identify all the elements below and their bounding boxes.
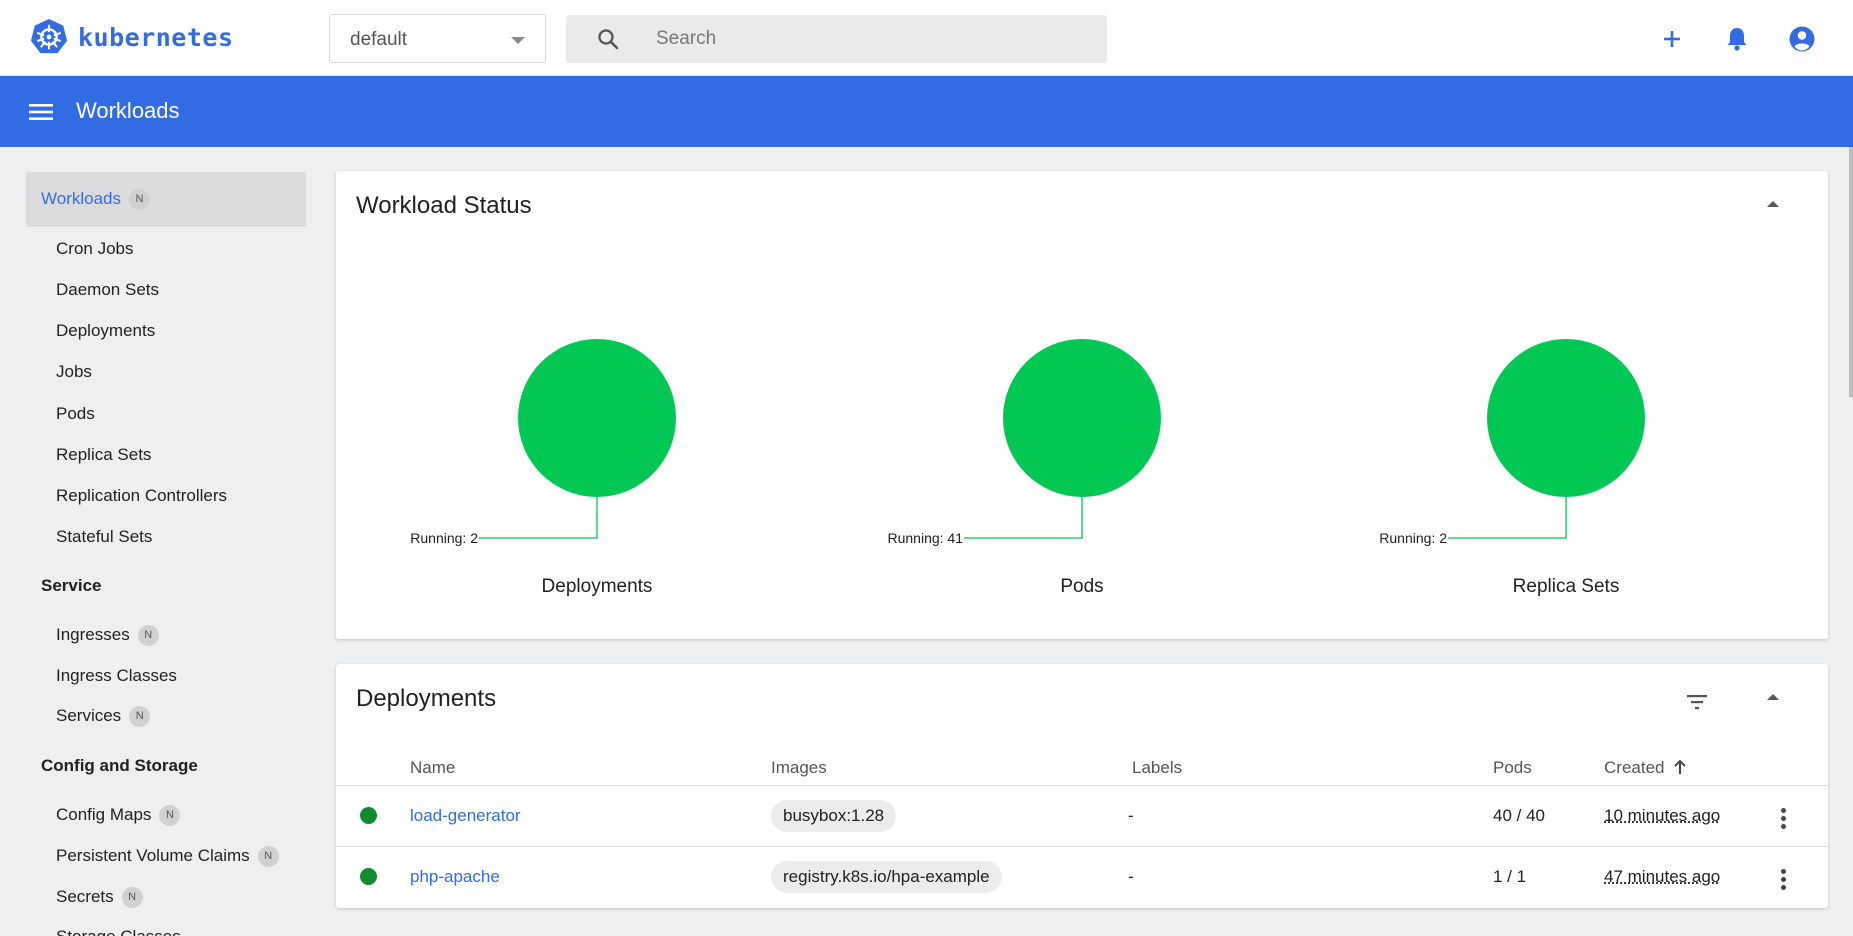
page-title: Workloads (76, 98, 180, 123)
sidebar-item-ingresses[interactable]: Ingresses N (56, 625, 159, 647)
search-input[interactable] (656, 15, 1086, 63)
created-time: 47 minutes ago (1604, 867, 1721, 886)
deployment-name-link[interactable]: load-generator (410, 806, 521, 826)
pie-label-leader-line (964, 497, 1083, 539)
sidebar-item-stateful-sets[interactable]: Stateful Sets (56, 527, 152, 547)
image-chip: registry.k8s.io/hpa-example (771, 861, 1002, 893)
sidebar-nav: Workloads N Cron Jobs Daemon Sets Deploym… (0, 147, 318, 936)
column-header-name[interactable]: Name (410, 758, 455, 778)
pie-running-label: Running: 2 (1379, 530, 1447, 546)
sidebar-item-secrets[interactable]: Secrets N (56, 887, 143, 909)
pie-label-leader-line (1448, 497, 1567, 539)
column-header-pods: Pods (1493, 758, 1532, 777)
pie-slice-running (1003, 339, 1161, 497)
namespaced-badge: N (121, 887, 143, 909)
sidebar-item-pods[interactable]: Pods (56, 404, 95, 424)
column-header-images: Images (771, 758, 827, 777)
sidebar-section-config-storage: Config and Storage (41, 756, 198, 775)
sidebar-item-config-maps[interactable]: Config Maps N (56, 805, 181, 827)
sidebar-item-workloads[interactable]: Workloads N (26, 172, 306, 227)
page-header: Workloads (0, 76, 1853, 147)
filter-icon[interactable] (1685, 690, 1709, 714)
column-header-labels: Labels (1132, 758, 1183, 777)
created-time: 10 minutes ago (1604, 806, 1721, 825)
namespaced-badge: N (129, 189, 150, 211)
pods-count: 40 / 40 (1493, 806, 1545, 825)
deployments-title: Deployments (356, 685, 497, 712)
pie-running-label: Running: 2 (410, 530, 478, 546)
deployments-card: Deployments Name Images Labels Pods Crea… (336, 664, 1828, 908)
collapse-arrow-icon[interactable] (1767, 694, 1779, 700)
pie-label-leader-line (479, 497, 598, 539)
search-box[interactable] (566, 15, 1107, 63)
sort-ascending-arrow-icon (1674, 759, 1686, 774)
search-icon (598, 29, 619, 50)
pie-slice-running (518, 339, 676, 497)
sidebar-item-daemon-sets[interactable]: Daemon Sets (56, 280, 159, 300)
pie-chart-title: Deployments (542, 576, 653, 597)
status-running-icon (360, 807, 377, 824)
brand-name: kubernetes (78, 22, 234, 52)
sidebar-section-service: Service (41, 576, 102, 595)
chevron-down-icon (511, 37, 525, 44)
add-icon[interactable] (1657, 24, 1687, 54)
pie-slice-running (1487, 339, 1645, 497)
column-header-created[interactable]: Created (1604, 758, 1687, 778)
notifications-bell-icon[interactable] (1722, 24, 1752, 54)
kubernetes-helm-icon (30, 18, 68, 54)
sidebar-item-persistent-volume-claims[interactable]: Persistent Volume Claims N (56, 846, 279, 868)
namespaced-badge: N (137, 625, 159, 647)
status-running-icon (360, 868, 377, 885)
workload-status-card: Workload Status Running: 2 Deployments Run… (336, 171, 1828, 639)
row-divider (336, 846, 1828, 847)
more-vert-icon[interactable] (1781, 869, 1787, 893)
more-vert-icon[interactable] (1781, 808, 1787, 832)
sidebar-item-cron-jobs[interactable]: Cron Jobs (56, 239, 133, 259)
sidebar-item-replication-controllers[interactable]: Replication Controllers (56, 486, 227, 506)
sidebar-item-label: Workloads N (41, 189, 150, 211)
labels-value: - (1128, 806, 1134, 825)
menu-hamburger-icon[interactable] (28, 100, 54, 124)
kubernetes-logo[interactable]: kubernetes (30, 18, 234, 56)
namespace-select[interactable]: default (329, 14, 546, 63)
sidebar-item-jobs[interactable]: Jobs (56, 362, 92, 382)
image-chip: busybox:1.28 (771, 800, 897, 832)
row-divider (336, 785, 1828, 786)
namespaced-badge: N (159, 805, 181, 827)
pie-running-label: Running: 41 (887, 530, 963, 546)
deployment-name-link[interactable]: php-apache (410, 867, 500, 887)
sidebar-item-storage-classes[interactable]: Storage Classes (56, 927, 181, 936)
workload-status-charts: Running: 2 Deployments Running: 41 Pods Runn… (410, 339, 1645, 597)
pods-count: 1 / 1 (1493, 867, 1527, 886)
pie-chart-title: Pods (1060, 576, 1103, 597)
sidebar-item-replica-sets[interactable]: Replica Sets (56, 445, 151, 465)
namespaced-badge: N (257, 846, 279, 868)
namespace-value: default (350, 29, 408, 50)
top-toolbar: kubernetes default (0, 0, 1853, 76)
sidebar-item-deployments[interactable]: Deployments (56, 321, 155, 341)
account-circle-icon[interactable] (1787, 24, 1817, 54)
page-scrollbar[interactable] (1849, 147, 1853, 397)
sidebar-item-services[interactable]: Services N (56, 706, 151, 728)
pie-chart-title: Replica Sets (1513, 576, 1620, 597)
sidebar-item-ingress-classes[interactable]: Ingress Classes (56, 666, 177, 686)
namespaced-badge: N (129, 706, 151, 728)
labels-value: - (1128, 867, 1134, 886)
